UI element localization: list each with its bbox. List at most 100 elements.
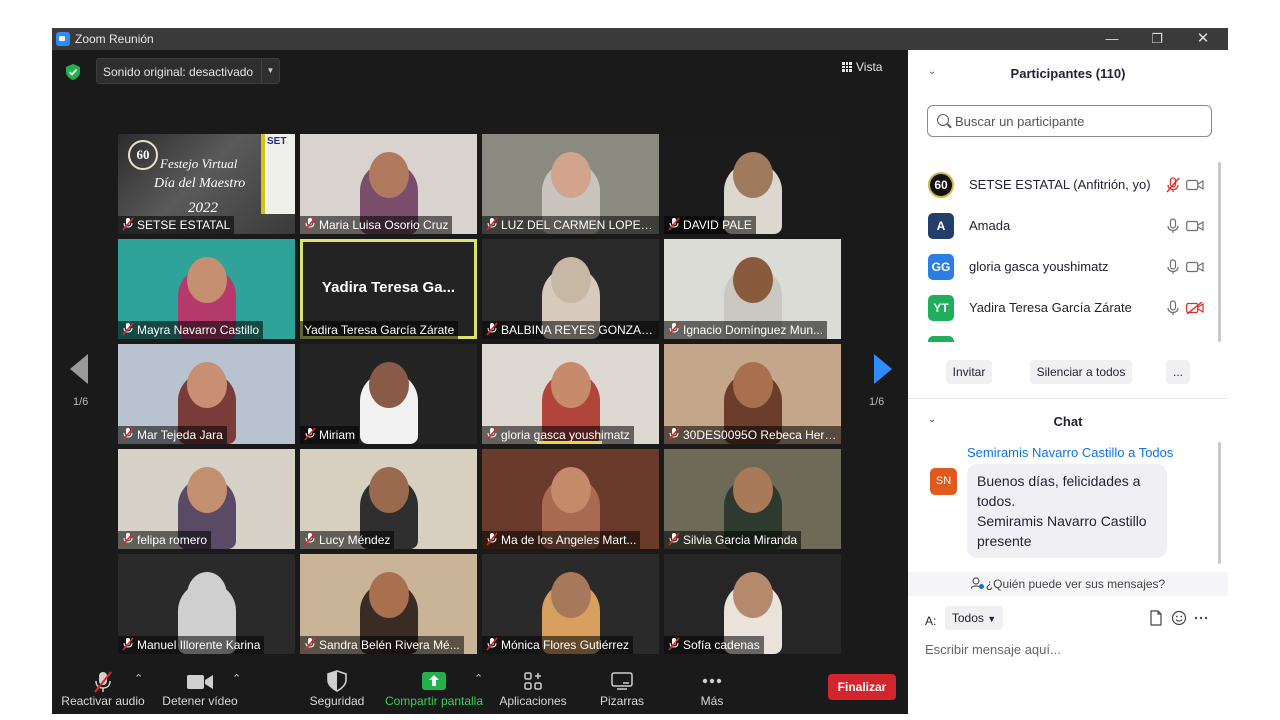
mic-icon[interactable] <box>1166 300 1180 316</box>
view-label: Vista <box>856 60 883 74</box>
participant-name-label: Lucy Méndez <box>300 531 395 549</box>
participant-name-text: BALBINA REYES GONZALEZ <box>501 323 659 337</box>
video-tile[interactable]: DAVID PALE <box>664 134 841 234</box>
emoji-icon[interactable] <box>1171 610 1187 626</box>
apps-button[interactable]: Aplicaciones <box>496 658 570 714</box>
participant-name: Yadira Teresa García Zárate <box>969 300 1132 315</box>
participant-search-input[interactable]: Buscar un participante <box>927 105 1212 137</box>
chat-more-icon[interactable] <box>1193 610 1209 626</box>
participant-video-face <box>732 257 773 303</box>
video-tile[interactable]: Sofía cadenas <box>664 554 841 654</box>
close-button[interactable]: ✕ <box>1183 29 1223 49</box>
video-tile[interactable]: Miriam <box>300 344 477 444</box>
view-button[interactable]: Vista <box>842 60 882 74</box>
chat-message-sender: Semiramis Navarro Castillo a Todos <box>967 445 1174 460</box>
who-can-see-messages-link[interactable]: ¿Quién puede ver sus mensajes? <box>908 572 1228 596</box>
more-dots-icon <box>702 678 722 684</box>
share-screen-label: Compartir pantalla <box>384 694 484 708</box>
video-tile[interactable]: Silvia Garcia Miranda <box>664 449 841 549</box>
security-button[interactable]: Seguridad <box>302 658 372 714</box>
share-screen-button[interactable]: Compartir pantalla <box>382 658 486 714</box>
video-tile[interactable]: gloria gasca youshimatz <box>482 344 659 444</box>
unmute-audio-button[interactable]: Reactivar audio <box>60 658 146 714</box>
participant-row[interactable]: YT Yadira Teresa García Zárate <box>928 295 1208 323</box>
participant-name-text: Mar Tejeda Jara <box>137 428 223 442</box>
mic-icon[interactable] <box>1166 259 1180 275</box>
previous-page-arrow-icon[interactable] <box>70 354 90 384</box>
video-tile[interactable]: Lucy Méndez <box>300 449 477 549</box>
whiteboards-button[interactable]: Pizarras <box>588 658 656 714</box>
camera-off-icon[interactable] <box>1186 302 1204 314</box>
mic-muted-icon <box>668 427 680 441</box>
participant-video-face <box>732 152 773 198</box>
apps-icon <box>524 672 542 690</box>
video-tile[interactable]: Ma de los Angeles Mart... <box>482 449 659 549</box>
mic-muted-icon[interactable] <box>1166 177 1180 193</box>
mic-muted-icon <box>122 637 134 651</box>
video-tile[interactable]: Mónica Flores Gutiérrez <box>482 554 659 654</box>
participants-scrollbar[interactable] <box>1218 162 1221 342</box>
video-options-chevron-icon[interactable]: ⌃ <box>232 672 241 685</box>
share-screen-icon <box>422 672 446 690</box>
video-tile[interactable]: BALBINA REYES GONZALEZ <box>482 239 659 339</box>
participant-name-text: Manuel Illorente Karina <box>137 638 261 652</box>
participant-row[interactable]: A Amada <box>928 213 1208 241</box>
chat-message-input[interactable]: Escribir mensaje aquí... <box>925 642 1061 657</box>
video-tile[interactable]: Maria Luisa Osorio Cruz <box>300 134 477 234</box>
recipient-select[interactable]: Todos ▼ <box>945 606 1003 630</box>
video-tile[interactable]: Sandra Belén Rivera Mé... <box>300 554 477 654</box>
participant-video-face <box>186 572 227 618</box>
chat-scrollbar[interactable] <box>1218 442 1221 564</box>
participant-row[interactable]: 60 SETSE ESTATAL (Anfitrión, yo) <box>928 172 1208 200</box>
video-tile[interactable]: felipa romero <box>118 449 295 549</box>
video-tile[interactable]: Ignacio Domínguez Mun... <box>664 239 841 339</box>
video-camera-icon <box>187 675 213 689</box>
participant-name-text: 30DES0095O Rebeca Hern... <box>683 428 841 442</box>
chat-title: Chat <box>1053 414 1083 429</box>
who-can-see-label: ¿Quién puede ver sus mensajes? <box>985 577 1166 591</box>
mic-muted-icon <box>486 427 498 441</box>
mic-icon[interactable] <box>1166 218 1180 234</box>
video-tile[interactable]: 30DES0095O Rebeca Hern... <box>664 344 841 444</box>
unmute-audio-label: Reactivar audio <box>61 694 145 708</box>
stop-video-button[interactable]: Detener vídeo <box>156 658 244 714</box>
banner-corner: SET <box>261 134 295 214</box>
video-tile[interactable]: 60 Festejo Virtual Día del Maestro 2022 SET S… <box>118 134 295 234</box>
chevron-down-icon[interactable]: ▼ <box>261 59 279 83</box>
security-shield-icon[interactable] <box>66 64 80 80</box>
participants-more-button[interactable]: ... <box>1166 360 1190 384</box>
video-tile[interactable]: LUZ DEL CARMEN LOPEZ T... <box>482 134 659 234</box>
invite-button[interactable]: Invitar <box>946 360 992 384</box>
participant-name-text: Maria Luisa Osorio Cruz <box>319 218 449 232</box>
end-meeting-button[interactable]: Finalizar <box>828 674 896 700</box>
participant-name-text: Ma de los Angeles Mart... <box>501 533 637 547</box>
participant-row[interactable]: GG gloria gasca youshimatz <box>928 254 1208 282</box>
video-tile[interactable]: Mar Tejeda Jara <box>118 344 295 444</box>
next-page-arrow-icon[interactable] <box>872 354 892 384</box>
recipient-label: A: <box>925 614 937 628</box>
participant-name-label: Ignacio Domínguez Mun... <box>664 321 828 339</box>
video-tile[interactable]: Manuel Illorente Karina <box>118 554 295 654</box>
participant-name-label: Sandra Belén Rivera Mé... <box>300 636 464 654</box>
video-tile[interactable]: Mayra Navarro Castillo <box>118 239 295 339</box>
page-indicator-right: 1/6 <box>869 396 885 408</box>
mute-all-button[interactable]: Silenciar a todos <box>1030 360 1132 384</box>
share-options-chevron-icon[interactable]: ⌃ <box>474 672 483 685</box>
collapse-chat-chevron-icon[interactable]: ⌄ <box>928 414 936 425</box>
camera-icon[interactable] <box>1186 261 1204 273</box>
mic-muted-icon <box>304 532 316 546</box>
participant-name-label: Sofía cadenas <box>664 636 764 654</box>
grid-icon <box>842 62 852 72</box>
file-icon[interactable] <box>1148 610 1164 626</box>
camera-icon[interactable] <box>1186 220 1204 232</box>
collapse-participants-chevron-icon[interactable]: ⌄ <box>928 66 936 77</box>
participant-video-face <box>550 257 591 303</box>
audio-options-chevron-icon[interactable]: ⌃ <box>134 672 143 685</box>
restore-button[interactable]: ❐ <box>1137 29 1177 49</box>
person-info-icon <box>970 577 984 590</box>
video-tile[interactable]: Yadira Teresa Ga... Yadira Teresa García … <box>300 239 477 339</box>
minimize-button[interactable]: — <box>1092 29 1132 49</box>
camera-icon[interactable] <box>1186 179 1204 191</box>
more-button[interactable]: Más <box>682 658 742 714</box>
original-sound-button[interactable]: Sonido original: desactivado ▼ <box>96 58 280 84</box>
